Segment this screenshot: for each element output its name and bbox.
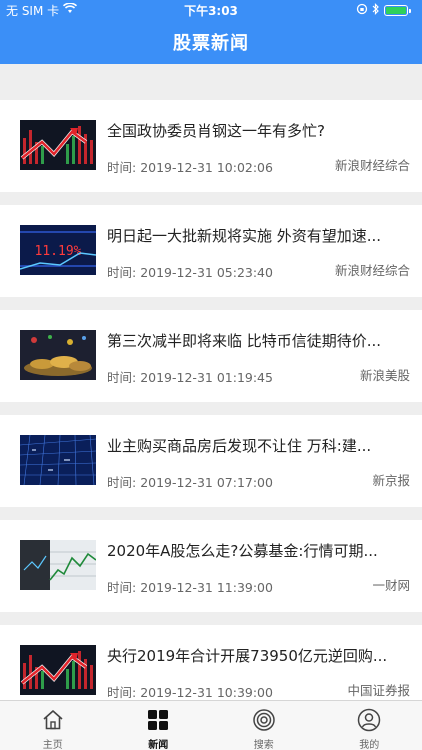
tab-label: 搜索 xyxy=(253,740,274,750)
time-label: 时间: xyxy=(107,370,137,385)
time-label: 时间: xyxy=(107,580,137,595)
news-thumbnail xyxy=(20,330,96,380)
news-thumbnail xyxy=(20,645,96,695)
news-time: 时间: 2019-12-31 10:02:06 xyxy=(107,157,273,176)
news-time: 时间: 2019-12-31 07:17:00 xyxy=(107,472,273,491)
tab-profile[interactable]: 我的 xyxy=(317,701,422,750)
time-label: 时间: xyxy=(107,685,137,700)
datetime: 2019-12-31 10:39:00 xyxy=(140,685,273,700)
news-headline: 央行2019年合计开展73950亿元逆回购... xyxy=(107,647,388,665)
tab-home[interactable]: 主页 xyxy=(0,701,106,750)
news-source: 新浪财经综合 xyxy=(334,263,410,278)
carrier-label: 无 SIM 卡 xyxy=(6,3,60,18)
news-source: 一财网 xyxy=(372,578,410,593)
datetime: 2019-12-31 07:17:00 xyxy=(140,475,273,490)
status-bar: 无 SIM 卡 下午3:03 xyxy=(0,0,422,20)
news-time: 时间: 2019-12-31 05:23:40 xyxy=(107,262,273,281)
news-item[interactable]: 业主购买商品房后发现不让住 万科:建... 时间: 2019-12-31 07:… xyxy=(0,415,422,507)
time-label: 时间: xyxy=(107,475,137,490)
news-source: 中国证券报 xyxy=(347,683,410,698)
tab-bar: 主页 新闻 搜索 我的 xyxy=(0,700,422,750)
news-thumbnail xyxy=(20,435,96,485)
news-time: 时间: 2019-12-31 01:19:45 xyxy=(107,367,273,386)
tab-label: 主页 xyxy=(42,740,63,750)
news-thumbnail xyxy=(20,120,96,170)
datetime: 2019-12-31 05:23:40 xyxy=(140,265,273,280)
news-thumbnail xyxy=(20,540,96,590)
user-icon xyxy=(357,708,381,732)
time-label: 时间: xyxy=(107,160,137,175)
news-source: 新浪美股 xyxy=(359,368,410,383)
datetime: 2019-12-31 10:02:06 xyxy=(140,160,273,175)
news-headline: 业主购买商品房后发现不让住 万科:建... xyxy=(107,437,372,455)
news-item[interactable]: 11.19% 明日起一大批新规将实施 外资有望加速... 时间: 2019-12… xyxy=(0,205,422,297)
page-title: 股票新闻 xyxy=(173,33,249,54)
wifi-icon xyxy=(63,2,78,17)
news-list[interactable]: 全国政协委员肖钢这一年有多忙? 时间: 2019-12-31 10:02:06 … xyxy=(0,64,422,700)
news-time: 时间: 2019-12-31 11:39:00 xyxy=(107,577,273,596)
news-headline: 全国政协委员肖钢这一年有多忙? xyxy=(107,122,325,140)
news-item[interactable]: 全国政协委员肖钢这一年有多忙? 时间: 2019-12-31 10:02:06 … xyxy=(0,100,422,192)
clock-time: 下午3:03 xyxy=(184,3,238,18)
bluetooth-icon xyxy=(372,2,380,18)
orientation-lock-icon xyxy=(356,3,368,18)
news-headline: 2020年A股怎么走?公募基金:行情可期... xyxy=(107,542,378,560)
tab-news[interactable]: 新闻 xyxy=(106,701,212,750)
news-source: 新京报 xyxy=(372,473,410,488)
datetime: 2019-12-31 11:39:00 xyxy=(140,580,273,595)
home-icon xyxy=(41,708,65,732)
tab-search[interactable]: 搜索 xyxy=(211,701,317,750)
datetime: 2019-12-31 01:19:45 xyxy=(140,370,273,385)
news-time: 时间: 2019-12-31 10:39:00 xyxy=(107,682,273,700)
time-label: 时间: xyxy=(107,265,137,280)
battery-icon xyxy=(383,4,411,16)
grid-icon xyxy=(146,708,170,732)
target-icon xyxy=(252,708,276,732)
news-item[interactable]: 2020年A股怎么走?公募基金:行情可期... 时间: 2019-12-31 1… xyxy=(0,520,422,612)
news-thumbnail: 11.19% xyxy=(20,225,96,275)
tab-label: 我的 xyxy=(359,740,380,750)
news-source: 新浪财经综合 xyxy=(334,158,410,173)
news-headline: 明日起一大批新规将实施 外资有望加速... xyxy=(107,227,382,245)
tab-label: 新闻 xyxy=(148,740,169,750)
app-header: 无 SIM 卡 下午3:03 股票新闻 xyxy=(0,0,422,64)
news-headline: 第三次减半即将来临 比特币信徒期待价... xyxy=(107,332,382,350)
news-item[interactable]: 央行2019年合计开展73950亿元逆回购... 时间: 2019-12-31 … xyxy=(0,625,422,700)
news-item[interactable]: 第三次减半即将来临 比特币信徒期待价... 时间: 2019-12-31 01:… xyxy=(0,310,422,402)
